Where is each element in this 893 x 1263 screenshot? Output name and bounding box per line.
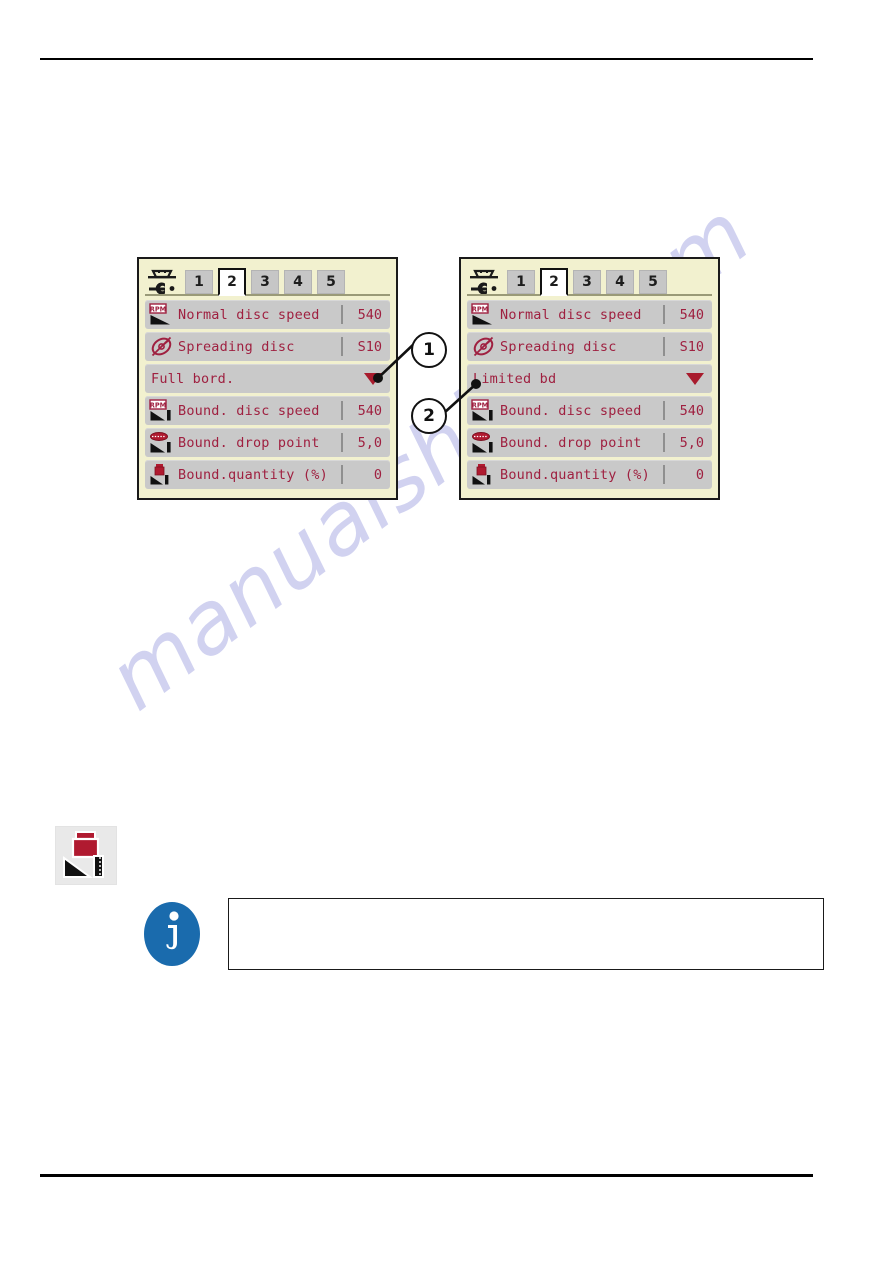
row-separator xyxy=(341,465,343,484)
rpm-boundary-disc-icon: RPM xyxy=(149,399,171,421)
row-value: 540 xyxy=(679,306,704,323)
row-border-mode-dropdown[interactable]: Full bord. xyxy=(145,364,390,393)
row-label: Bound. drop point xyxy=(178,434,320,451)
row-separator xyxy=(341,337,343,356)
machine-settings-icon xyxy=(148,269,176,294)
tab-3[interactable]: 3 xyxy=(573,270,601,294)
row-label: Spreading disc xyxy=(500,338,617,355)
info-icon xyxy=(144,902,200,966)
boundary-drop-point-icon xyxy=(150,432,171,453)
svg-text:RPM: RPM xyxy=(472,305,488,313)
row-spreading-disc[interactable]: Spreading disc S10 xyxy=(467,332,712,361)
row-separator xyxy=(663,465,665,484)
settings-row-list: RPM Normal disc speed 540 Spreading disc… xyxy=(467,300,712,489)
tab-bar: 1 2 3 4 5 xyxy=(467,264,712,296)
callout-marker-1: 1 xyxy=(411,332,447,368)
row-label: Full bord. xyxy=(151,370,235,387)
row-separator xyxy=(663,305,665,324)
tab-2[interactable]: 2 xyxy=(218,268,246,296)
tab-1[interactable]: 1 xyxy=(507,270,535,294)
limited-border-screen: 1 2 3 4 5 RPM Normal disc speed 540 Spre… xyxy=(459,257,720,500)
rpm-disc-speed-icon: RPM xyxy=(471,303,492,325)
row-boundary-drop-point[interactable]: Bound. drop point 5,0 xyxy=(467,428,712,457)
row-label: Limited bd xyxy=(473,370,557,387)
boundary-drop-point-icon xyxy=(472,432,493,453)
row-label: Normal disc speed xyxy=(178,306,320,323)
row-label: Spreading disc xyxy=(178,338,295,355)
row-label: Bound. drop point xyxy=(500,434,642,451)
row-value: 540 xyxy=(357,306,382,323)
tab-2[interactable]: 2 xyxy=(540,268,568,296)
row-value: 5,0 xyxy=(679,434,704,451)
row-label: Bound. disc speed xyxy=(178,402,320,419)
spreading-disc-icon xyxy=(151,336,172,357)
row-separator xyxy=(663,337,665,356)
tab-4[interactable]: 4 xyxy=(606,270,634,294)
machine-settings-icon xyxy=(470,269,498,294)
row-border-mode-dropdown[interactable]: Limited bd xyxy=(467,364,712,393)
row-label: Bound.quantity (%) xyxy=(500,466,650,483)
tab-bar: 1 2 3 4 5 xyxy=(145,264,390,296)
row-spreading-disc[interactable]: Spreading disc S10 xyxy=(145,332,390,361)
svg-text:RPM: RPM xyxy=(150,401,166,409)
row-separator xyxy=(341,305,343,324)
boundary-quantity-icon xyxy=(472,464,491,485)
row-value: 540 xyxy=(679,402,704,419)
row-separator xyxy=(341,433,343,452)
row-separator xyxy=(341,401,343,420)
row-boundary-drop-point[interactable]: Bound. drop point 5,0 xyxy=(145,428,390,457)
tab-5[interactable]: 5 xyxy=(639,270,667,294)
info-note-box xyxy=(228,898,824,970)
boundary-quantity-icon xyxy=(55,826,117,885)
row-separator xyxy=(663,433,665,452)
row-label: Bound.quantity (%) xyxy=(178,466,328,483)
row-boundary-disc-speed[interactable]: RPM Bound. disc speed 540 xyxy=(145,396,390,425)
chevron-down-icon[interactable] xyxy=(686,372,704,385)
row-value: 0 xyxy=(695,466,704,483)
spreading-disc-icon xyxy=(473,336,494,357)
full-border-screen: 1 2 3 4 5 RPM Normal disc speed 540 Spre… xyxy=(137,257,398,500)
row-boundary-quantity[interactable]: Bound.quantity (%) 0 xyxy=(467,460,712,489)
callout-marker-2: 2 xyxy=(411,398,447,434)
tab-4[interactable]: 4 xyxy=(284,270,312,294)
settings-row-list: RPM Normal disc speed 540 Spreading disc… xyxy=(145,300,390,489)
row-label: Bound. disc speed xyxy=(500,402,642,419)
row-value: 0 xyxy=(373,466,382,483)
rpm-disc-speed-icon: RPM xyxy=(149,303,170,325)
page-header-rule xyxy=(40,58,813,60)
tab-1[interactable]: 1 xyxy=(185,270,213,294)
row-boundary-quantity[interactable]: Bound.quantity (%) 0 xyxy=(145,460,390,489)
row-value: S10 xyxy=(679,338,704,355)
boundary-quantity-icon xyxy=(150,464,169,485)
tab-3[interactable]: 3 xyxy=(251,270,279,294)
row-label: Normal disc speed xyxy=(500,306,642,323)
row-normal-disc-speed[interactable]: RPM Normal disc speed 540 xyxy=(467,300,712,329)
row-separator xyxy=(663,401,665,420)
tab-5[interactable]: 5 xyxy=(317,270,345,294)
row-value: 540 xyxy=(357,402,382,419)
row-normal-disc-speed[interactable]: RPM Normal disc speed 540 xyxy=(145,300,390,329)
svg-text:RPM: RPM xyxy=(150,305,166,313)
row-value: 5,0 xyxy=(357,434,382,451)
page-footer-rule xyxy=(40,1174,813,1177)
row-boundary-disc-speed[interactable]: RPM Bound. disc speed 540 xyxy=(467,396,712,425)
